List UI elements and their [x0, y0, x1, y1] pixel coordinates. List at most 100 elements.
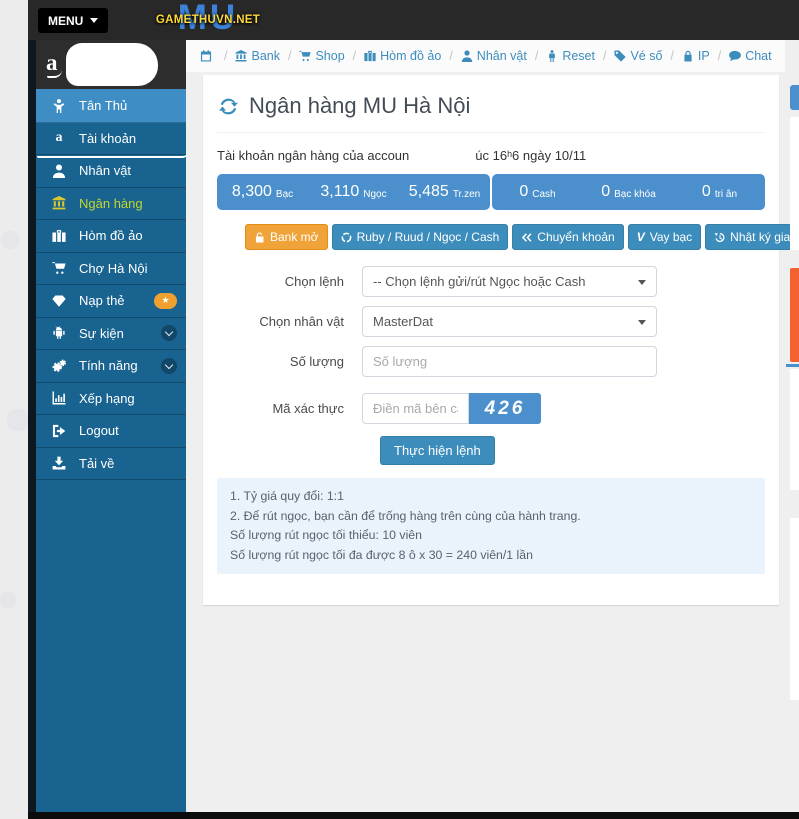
note-line: 1. Tỷ giá quy đổi: 1:1 — [230, 487, 752, 507]
censored-account-name — [409, 146, 475, 164]
caret-down-icon — [90, 18, 98, 23]
command-label: Chọn lệnh — [217, 274, 362, 289]
command-row: Chọn lệnh -- Chọn lệnh gửi/rút Ngọc hoặc… — [217, 266, 765, 297]
breadcrumb-nhan-vat[interactable]: Nhân vật — [461, 49, 547, 63]
menu-button[interactable]: MENU — [38, 8, 108, 33]
bank-icon — [235, 50, 247, 62]
note-line: 2. Để rút ngọc, bạn cần để trống hàng tr… — [230, 507, 752, 527]
sidebar-item-tai-khoan[interactable]: a Tài khoản — [36, 123, 186, 156]
breadcrumb-reset[interactable]: Reset — [546, 49, 614, 63]
bank-icon — [49, 196, 69, 210]
captcha-input[interactable] — [362, 393, 469, 424]
censored-username — [66, 43, 158, 86]
note-line: Số lượng rút ngọc tối thiểu: 10 viên — [230, 526, 752, 546]
right-edge-widget-orange — [790, 268, 799, 362]
briefcase-icon — [49, 229, 69, 243]
ruby-ruud-ngoc-cash-button[interactable]: Ruby / Ruud / Ngọc / Cash — [332, 224, 509, 250]
breadcrumb-chat[interactable]: Chat — [729, 49, 771, 63]
balance-box-left: 8,300Bạc 3,110Ngọc 5,485Tr.zen — [217, 174, 490, 210]
balance-ngoc: 3,110Ngọc — [308, 174, 399, 210]
sidebar-item-xep-hang[interactable]: Xếp hạng — [36, 383, 186, 416]
captcha-label: Mã xác thực — [217, 401, 362, 416]
captcha-row: Mã xác thực 426 — [217, 393, 765, 424]
sidebar-item-su-kien[interactable]: Sự kiện — [36, 318, 186, 351]
character-row: Chọn nhân vật MasterDat — [217, 306, 765, 337]
gears-icon — [49, 359, 69, 373]
amount-label: Số lượng — [217, 354, 362, 369]
nhat-ky-giao-dich-button[interactable]: Nhật ký giao dịch — [705, 224, 799, 250]
v-coin-icon: V — [637, 230, 645, 244]
balance-bac: 8,300Bạc — [217, 174, 308, 210]
sidebar-item-logout[interactable]: Logout — [36, 415, 186, 448]
sidebar-account-header: a — [36, 40, 186, 90]
sidebar-item-ngan-hang[interactable]: Ngân hàng — [36, 188, 186, 221]
ticket-icon — [614, 50, 626, 62]
breadcrumb-bank[interactable]: Bank — [235, 49, 299, 63]
transfer-form: Chọn lệnh -- Chọn lệnh gửi/rút Ngọc hoặc… — [217, 266, 765, 465]
sidebar-item-tan-thu[interactable]: Tân Thủ — [36, 89, 186, 123]
chevron-down-icon — [161, 358, 177, 374]
chevron-down-icon — [161, 325, 177, 341]
briefcase-icon — [364, 50, 376, 62]
amount-input[interactable] — [362, 346, 657, 377]
top-bar: MENU MU GAMETHUVN.NET — [28, 0, 799, 40]
breadcrumb-shop[interactable]: Shop — [299, 49, 364, 63]
main-content: Bank Shop Hòm đồ ảo Nhân vật Reset — [186, 40, 799, 812]
sidebar-item-hom-do-ao[interactable]: Hòm đồ ảo — [36, 220, 186, 253]
breadcrumb-hom-do-ao[interactable]: Hòm đồ ảo — [364, 49, 461, 63]
balance-cash: 0Cash — [492, 174, 583, 210]
right-edge-widget-divider — [786, 364, 799, 367]
logo-domain-text: GAMETHUVN.NET — [140, 14, 276, 26]
character-select[interactable]: MasterDat — [362, 306, 657, 337]
menu-button-label: MENU — [48, 14, 83, 28]
sidebar-item-label: Nhân vật — [79, 163, 131, 178]
vay-bac-button[interactable]: V Vay bạc — [628, 224, 701, 250]
history-icon — [714, 232, 725, 243]
site-logo[interactable]: MU GAMETHUVN.NET — [140, 0, 276, 40]
sidebar-item-cho-ha-noi[interactable]: Chợ Hà Nội — [36, 253, 186, 286]
sidebar: a Tân Thủ a Tài khoản Nhân vật Ngân hàng — [36, 40, 186, 812]
logout-icon — [49, 424, 69, 438]
gem-icon — [49, 294, 69, 308]
download-icon — [49, 456, 69, 470]
sidebar-item-nhan-vat[interactable]: Nhân vật — [36, 155, 186, 188]
chuyen-khoan-button[interactable]: Chuyển khoản — [512, 224, 623, 250]
right-edge-widget-card — [790, 369, 799, 490]
right-edge-widget-card — [790, 518, 799, 700]
lock-icon — [682, 50, 694, 62]
sidebar-item-label: Nạp thẻ — [79, 293, 125, 308]
sidebar-item-nap-the[interactable]: Nạp thẻ — [36, 285, 186, 318]
unlock-icon — [254, 232, 265, 243]
breadcrumb-ip[interactable]: IP — [682, 49, 729, 63]
notes-box: 1. Tỷ giá quy đổi: 1:1 2. Để rút ngọc, b… — [217, 478, 765, 574]
balance-bac-khoa: 0Bạc khóa — [583, 174, 674, 210]
breadcrumb: Bank Shop Hòm đồ ảo Nhân vật Reset — [186, 40, 785, 72]
sidebar-item-label: Ngân hàng — [79, 196, 143, 211]
user-icon — [49, 164, 69, 178]
amazon-a-icon: a — [49, 131, 69, 145]
sidebar-item-tinh-nang[interactable]: Tính năng — [36, 350, 186, 383]
sidebar-item-label: Sự kiện — [79, 326, 124, 341]
calendar-icon — [200, 50, 212, 62]
submit-button[interactable]: Thực hiện lệnh — [380, 436, 495, 465]
bank-mo-button[interactable]: Bank mở — [245, 224, 328, 250]
page-title: Ngân hàng MU Hà Nội — [217, 87, 765, 133]
sidebar-item-tai-ve[interactable]: Tải về — [36, 448, 186, 481]
command-select[interactable]: -- Chọn lệnh gửi/rút Ngọc hoặc Cash — [362, 266, 657, 297]
breadcrumb-ve-so[interactable]: Vé số — [614, 49, 681, 63]
sidebar-item-label: Xếp hạng — [79, 391, 135, 406]
right-edge-widget-blue — [790, 85, 799, 110]
bank-card: Ngân hàng MU Hà Nội Tài khoản ngân hàng … — [203, 75, 779, 605]
person-icon — [546, 50, 558, 62]
star-badge-icon — [154, 293, 177, 309]
double-angle-icon — [521, 232, 532, 243]
sidebar-item-label: Tân Thủ — [79, 98, 127, 113]
sidebar-item-label: Tính năng — [79, 358, 138, 373]
breadcrumb-calendar[interactable] — [200, 49, 235, 63]
child-icon — [49, 99, 69, 113]
balance-trzen: 5,485Tr.zen — [399, 174, 490, 210]
bottom-bar — [28, 812, 799, 819]
sidebar-item-label: Tải về — [79, 456, 114, 471]
right-edge-widget-card — [790, 117, 799, 250]
cart-icon — [49, 261, 69, 275]
